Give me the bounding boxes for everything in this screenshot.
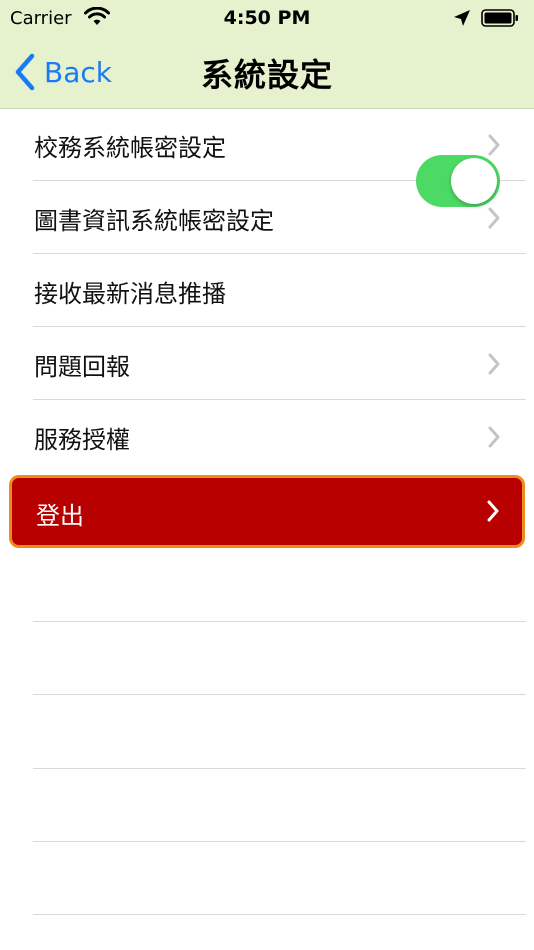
row-label: 問題回報 [34,353,130,381]
row-label: 校務系統帳密設定 [34,134,226,162]
chevron-right-icon [488,353,500,375]
row-label: 服務授權 [34,426,130,454]
page-title: 系統設定 [200,56,333,94]
row-label: 圖書資訊系統帳密設定 [34,207,274,235]
settings-row-service-authorization[interactable]: 服務授權 [0,400,534,473]
settings-row-push-notifications: 接收最新消息推播 [0,254,534,327]
empty-row-divider [33,914,526,915]
battery-icon [481,9,518,27]
row-label: 接收最新消息推播 [34,280,226,308]
empty-row-divider [33,694,526,695]
chevron-right-icon [487,500,499,522]
toggle-knob [451,158,497,204]
empty-row-divider [33,841,526,842]
chevron-right-icon [488,426,500,448]
navigation-bar: Back 系統設定 [0,38,534,108]
settings-row-feedback[interactable]: 問題回報 [0,327,534,400]
status-bar: Carrier 4:50 PM [0,0,534,38]
chevron-right-icon [488,134,500,156]
push-notification-toggle[interactable] [416,155,500,207]
logout-label: 登出 [36,502,84,530]
top-bar: Carrier 4:50 PM Back 系統設定 [0,0,534,109]
chevron-right-icon [488,207,500,229]
logout-button[interactable]: 登出 [9,475,525,548]
empty-row-divider [33,768,526,769]
empty-row-divider [33,621,526,622]
location-arrow-icon [454,10,470,26]
